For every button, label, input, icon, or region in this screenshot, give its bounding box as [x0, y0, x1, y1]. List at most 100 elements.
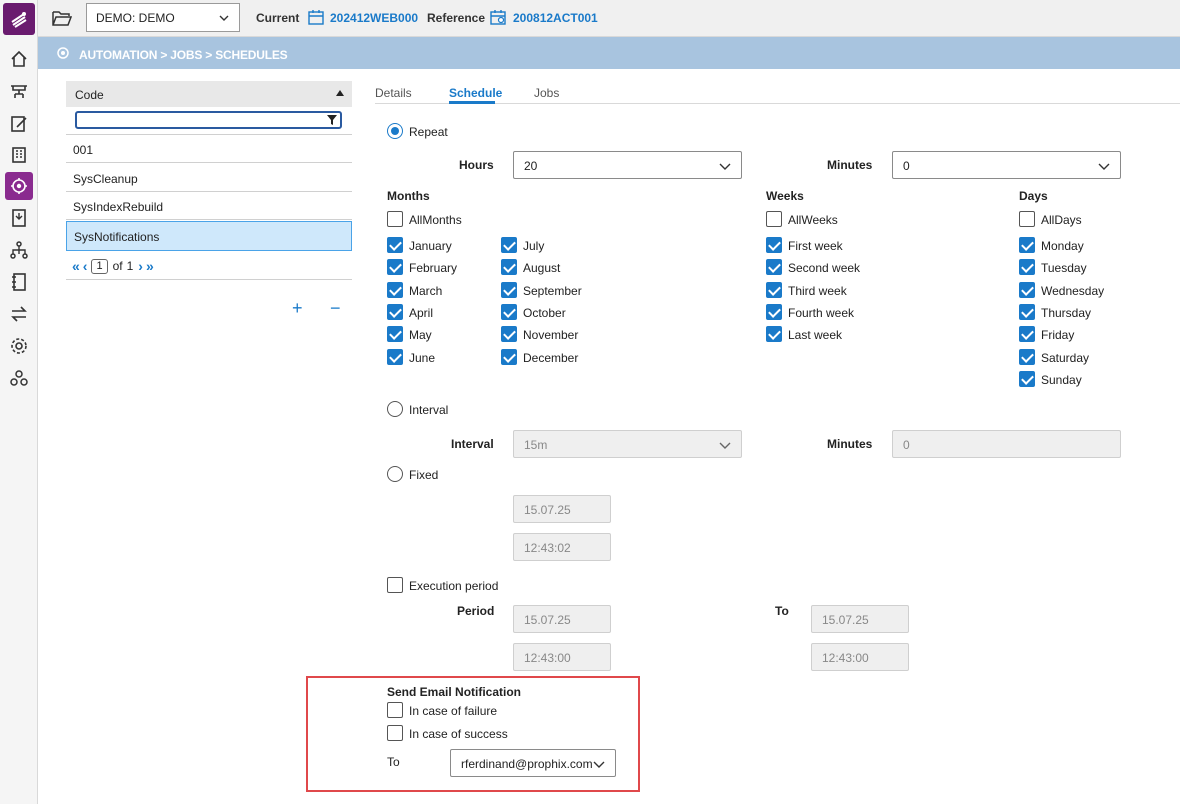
month-checkbox-february[interactable]	[387, 259, 403, 275]
interval-radio[interactable]	[387, 401, 403, 417]
tab-bar: Details Schedule Jobs	[375, 86, 1180, 104]
day-checkbox-sunday[interactable]	[1019, 371, 1035, 387]
fixed-radio[interactable]	[387, 466, 403, 482]
repeat-radio[interactable]	[387, 123, 403, 139]
month-checkbox-june[interactable]	[387, 349, 403, 365]
month-checkbox-january[interactable]	[387, 237, 403, 253]
folder-open-icon[interactable]	[52, 9, 72, 27]
tab-schedule[interactable]: Schedule	[449, 86, 502, 100]
report-icon[interactable]	[5, 204, 33, 232]
icon-rail	[0, 0, 38, 804]
day-checkbox-thursday[interactable]	[1019, 304, 1035, 320]
pager: « ‹ 1 of 1 › »	[72, 257, 154, 275]
list-item[interactable]: 001	[66, 135, 352, 163]
day-label: Wednesday	[1041, 284, 1105, 298]
all-weeks-checkbox[interactable]	[766, 211, 782, 227]
code-filter-input[interactable]	[75, 111, 342, 129]
network-icon[interactable]	[5, 236, 33, 264]
book-icon[interactable]	[5, 268, 33, 296]
next-page-icon[interactable]: ›	[138, 258, 143, 274]
app-logo-icon[interactable]	[3, 3, 35, 35]
list-item-label: SysIndexRebuild	[73, 200, 164, 214]
month-checkbox-may[interactable]	[387, 326, 403, 342]
users-icon[interactable]	[5, 364, 33, 392]
hierarchy-icon[interactable]	[5, 78, 33, 106]
minutes-label: Minutes	[827, 158, 873, 172]
month-checkbox-november[interactable]	[501, 326, 517, 342]
edit-sheet-icon[interactable]	[5, 110, 33, 138]
month-checkbox-july[interactable]	[501, 237, 517, 253]
month-label: June	[409, 351, 436, 365]
list-item-selected[interactable]: SysNotifications	[66, 221, 352, 251]
email-recipient-select[interactable]: rferdinand@prophix.com	[450, 749, 616, 777]
month-checkbox-september[interactable]	[501, 282, 517, 298]
page-of-label: of	[112, 259, 123, 273]
minutes-select[interactable]: 0	[892, 151, 1121, 179]
week-checkbox-second[interactable]	[766, 259, 782, 275]
day-checkbox-saturday[interactable]	[1019, 349, 1035, 365]
hours-select[interactable]: 20	[513, 151, 742, 179]
email-to-label: To	[387, 755, 400, 769]
day-label: Tuesday	[1041, 261, 1087, 275]
all-days-label: AllDays	[1041, 213, 1082, 227]
day-checkbox-monday[interactable]	[1019, 237, 1035, 253]
building-icon[interactable]	[5, 141, 33, 169]
reference-period-link[interactable]: 200812ACT001	[513, 11, 598, 25]
database-select[interactable]: DEMO: DEMO	[86, 3, 240, 32]
settings-gear-icon[interactable]	[5, 332, 33, 360]
day-checkbox-friday[interactable]	[1019, 326, 1035, 342]
home-icon[interactable]	[5, 45, 33, 73]
month-label: August	[523, 261, 561, 275]
month-checkbox-april[interactable]	[387, 304, 403, 320]
period-from-date-input[interactable]: 15.07.25	[513, 605, 611, 633]
filter-icon[interactable]	[327, 115, 337, 125]
tab-details[interactable]: Details	[375, 86, 412, 100]
fixed-date-input[interactable]: 15.07.25	[513, 495, 611, 523]
transfer-icon[interactable]	[5, 300, 33, 328]
day-label: Saturday	[1041, 351, 1090, 365]
month-label: November	[523, 328, 579, 342]
day-label: Friday	[1041, 328, 1075, 342]
prev-page-icon[interactable]: ‹	[83, 258, 88, 274]
month-checkbox-december[interactable]	[501, 349, 517, 365]
code-column-header[interactable]: Code	[66, 81, 352, 107]
all-days-checkbox[interactable]	[1019, 211, 1035, 227]
interval-select[interactable]: 15m	[513, 430, 742, 458]
sort-ascending-icon[interactable]	[336, 90, 344, 96]
month-checkbox-october[interactable]	[501, 304, 517, 320]
email-recipient-value: rferdinand@prophix.com	[461, 757, 593, 771]
week-checkbox-third[interactable]	[766, 282, 782, 298]
failure-checkbox[interactable]	[387, 702, 403, 718]
period-from-time-input[interactable]: 12:43:00	[513, 643, 611, 671]
reference-label: Reference	[427, 11, 486, 25]
all-months-checkbox[interactable]	[387, 211, 403, 227]
tab-jobs[interactable]: Jobs	[534, 86, 559, 100]
first-page-icon[interactable]: «	[72, 258, 80, 274]
fixed-time-input[interactable]: 12:43:02	[513, 533, 611, 561]
period-to-date-input[interactable]: 15.07.25	[811, 605, 909, 633]
success-checkbox[interactable]	[387, 725, 403, 741]
week-checkbox-last[interactable]	[766, 326, 782, 342]
email-notification-title: Send Email Notification	[387, 685, 522, 699]
current-period-link[interactable]: 202412WEB000	[330, 11, 418, 25]
day-checkbox-tuesday[interactable]	[1019, 259, 1035, 275]
active-tab-indicator	[449, 101, 495, 104]
month-label: September	[523, 284, 582, 298]
day-checkbox-wednesday[interactable]	[1019, 282, 1035, 298]
add-icon[interactable]: +	[292, 299, 303, 317]
last-page-icon[interactable]: »	[146, 258, 154, 274]
month-label: May	[409, 328, 432, 342]
execution-period-checkbox[interactable]	[387, 577, 403, 593]
week-checkbox-first[interactable]	[766, 237, 782, 253]
interval-minutes-input[interactable]: 0	[892, 430, 1121, 458]
month-checkbox-august[interactable]	[501, 259, 517, 275]
automation-icon[interactable]	[5, 172, 33, 200]
month-checkbox-march[interactable]	[387, 282, 403, 298]
period-to-time-input[interactable]: 12:43:00	[811, 643, 909, 671]
day-label: Sunday	[1041, 373, 1082, 387]
page-number-input[interactable]: 1	[91, 258, 108, 274]
week-checkbox-fourth[interactable]	[766, 304, 782, 320]
list-item[interactable]: SysCleanup	[66, 164, 352, 192]
remove-icon[interactable]: −	[330, 299, 341, 317]
list-item[interactable]: SysIndexRebuild	[66, 192, 352, 220]
